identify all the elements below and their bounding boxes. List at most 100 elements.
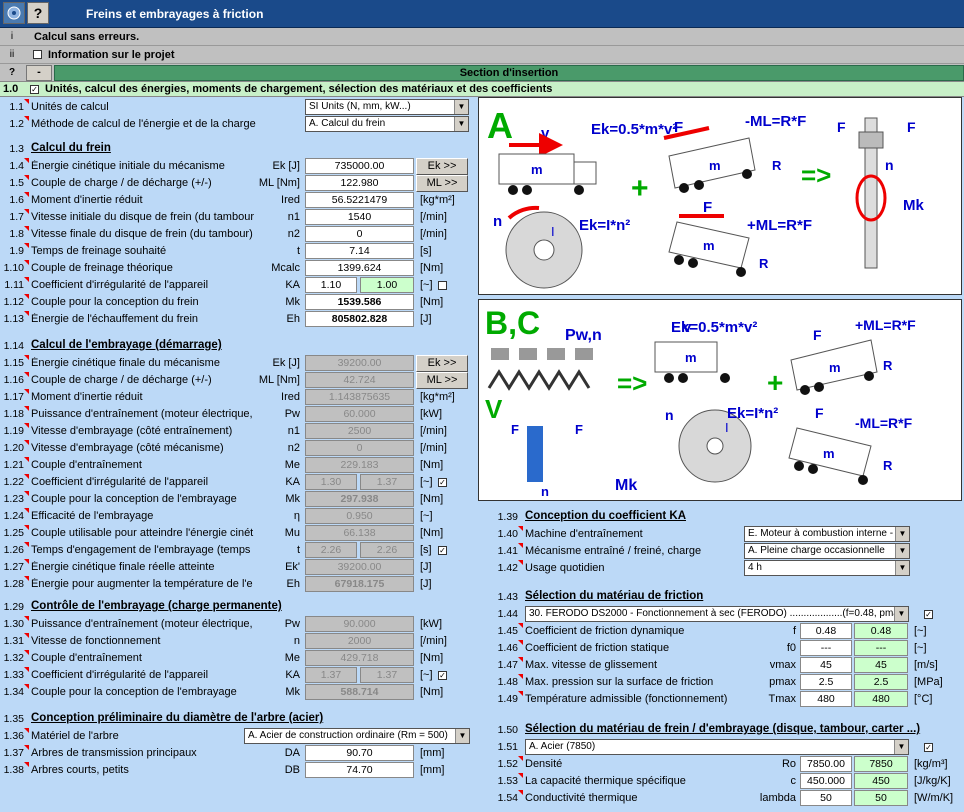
value-cell[interactable]: 90.70	[305, 745, 414, 761]
value-cell[interactable]: 1399.624	[305, 260, 414, 276]
value-cell-alt[interactable]: 1.37	[360, 667, 414, 683]
unit-label: [m/s]	[914, 659, 938, 671]
option-checkbox[interactable]: ✓	[438, 546, 447, 555]
value-cell[interactable]: 1.10	[305, 277, 357, 293]
ka-select[interactable]: A. Pleine charge occasionnelle ▼	[744, 543, 910, 559]
help-icon[interactable]: ?	[27, 2, 49, 24]
value-cell[interactable]: 45	[800, 657, 852, 673]
value-cell[interactable]: 42.724	[305, 372, 414, 388]
value-cell[interactable]: 1.30	[305, 474, 357, 490]
value-cell[interactable]: 1.37	[305, 667, 357, 683]
app-logo-icon[interactable]	[3, 2, 25, 24]
calc-button[interactable]: Ek >>	[416, 355, 468, 372]
unit-label: [W/m/K]	[914, 792, 954, 804]
chevron-down-icon[interactable]: ▼	[895, 544, 909, 558]
value-cell[interactable]: 90.000	[305, 616, 414, 632]
row-number: 1.16	[3, 374, 24, 386]
option-checkbox[interactable]: ✓	[438, 671, 447, 680]
project-info-row[interactable]: ii Information sur le projet	[0, 46, 964, 64]
comment-marker	[24, 457, 29, 462]
value-cell[interactable]: 1540	[305, 209, 414, 225]
comment-marker	[24, 99, 29, 104]
value-cell-alt[interactable]: 480	[854, 691, 908, 707]
value-cell[interactable]: 0.950	[305, 508, 414, 524]
value-cell[interactable]: 2500	[305, 423, 414, 439]
symbol-label: vmax	[769, 659, 796, 671]
ka-select[interactable]: E. Moteur à combustion interne - 4 ▼	[744, 526, 910, 542]
value-cell[interactable]: 7850.00	[800, 756, 852, 772]
value-cell[interactable]: 7.14	[305, 243, 414, 259]
value-cell[interactable]: 50	[800, 790, 852, 806]
value-cell-alt[interactable]: 2.5	[854, 674, 908, 690]
value-cell[interactable]: 60.000	[305, 406, 414, 422]
value-cell[interactable]: 0.48	[800, 623, 852, 639]
value-cell-alt[interactable]: 450	[854, 773, 908, 789]
row-number: 1.17	[3, 391, 24, 403]
ka-select[interactable]: 4 h ▼	[744, 560, 910, 576]
chevron-down-icon[interactable]: ▼	[455, 729, 469, 743]
value-cell[interactable]: 66.138	[305, 525, 414, 541]
value-cell-alt[interactable]: 1.00	[360, 277, 414, 293]
friction-checkbox[interactable]: ✓	[924, 610, 933, 619]
row-label: Couple de charge / de décharge (+/-)	[31, 177, 212, 189]
value-cell[interactable]: 1.143875635	[305, 389, 414, 405]
value-cell[interactable]: 0	[305, 440, 414, 456]
collapse-button[interactable]: -	[26, 65, 52, 81]
value-cell-alt[interactable]: 45	[854, 657, 908, 673]
unit-label: [MPa]	[914, 676, 943, 688]
friction-material-select[interactable]: 30. FERODO DS2000 - Fonctionnement à sec…	[525, 606, 909, 622]
calc-button[interactable]: Ek >>	[416, 158, 468, 175]
value-cell-alt[interactable]: 50	[854, 790, 908, 806]
value-cell[interactable]: 588.714	[305, 684, 414, 700]
value-cell[interactable]: 480	[800, 691, 852, 707]
row-number: 1.12	[3, 296, 24, 308]
value-cell[interactable]: 805802.828	[305, 311, 414, 327]
chevron-down-icon[interactable]: ▼	[454, 117, 468, 131]
value-cell[interactable]: ---	[800, 640, 852, 656]
value-cell-alt[interactable]: 7850	[854, 756, 908, 772]
value-cell[interactable]: 74.70	[305, 762, 414, 778]
section-number: 1.50	[497, 724, 518, 736]
project-info-checkbox[interactable]	[33, 50, 42, 59]
section-1-checkbox[interactable]: ✓	[30, 85, 39, 94]
material-select[interactable]: A. Acier de construction ordinaire (Rm =…	[244, 728, 470, 744]
disc-material-select[interactable]: A. Acier (7850) ▼	[525, 739, 909, 755]
value-cell[interactable]: 1539.586	[305, 294, 414, 310]
unit-label: [~]	[914, 642, 927, 654]
value-cell-alt[interactable]: 1.37	[360, 474, 414, 490]
value-cell-alt[interactable]: 2.26	[360, 542, 414, 558]
option-checkbox[interactable]: ✓	[438, 478, 447, 487]
units-select[interactable]: SI Units (N, mm, kW...) ▼	[305, 99, 469, 115]
value-cell[interactable]: 735000.00	[305, 158, 414, 174]
value-cell[interactable]: 429.718	[305, 650, 414, 666]
symbol-label: DA	[284, 747, 300, 759]
chevron-down-icon[interactable]: ▼	[454, 100, 468, 114]
calc-button[interactable]: ML >>	[416, 175, 468, 192]
value-cell-alt[interactable]: ---	[854, 640, 908, 656]
chevron-down-icon[interactable]: ▼	[894, 740, 908, 754]
chevron-down-icon[interactable]: ▼	[894, 607, 908, 621]
value-cell[interactable]: 0	[305, 226, 414, 242]
value-cell[interactable]: 39200.00	[305, 355, 414, 371]
calc-method-select[interactable]: A. Calcul du frein ▼	[305, 116, 469, 132]
row-number: 1.54	[497, 792, 518, 804]
value-cell[interactable]: 2000	[305, 633, 414, 649]
value-cell[interactable]: 67918.175	[305, 576, 414, 592]
chevron-down-icon[interactable]: ▼	[895, 561, 909, 575]
symbol-label: Tmax	[768, 693, 797, 705]
value-cell[interactable]: 297.938	[305, 491, 414, 507]
chevron-down-icon[interactable]: ▼	[895, 527, 909, 541]
calc-button[interactable]: ML >>	[416, 372, 468, 389]
value-cell[interactable]: 122.980	[305, 175, 414, 191]
row-label: Arbres courts, petits	[31, 764, 129, 776]
value-cell[interactable]: 450.000	[800, 773, 852, 789]
value-cell[interactable]: 2.26	[305, 542, 357, 558]
value-cell-alt[interactable]: 0.48	[854, 623, 908, 639]
row-label: Temps d'engagement de l'embrayage (temps	[31, 544, 251, 556]
disc-checkbox[interactable]: ✓	[924, 743, 933, 752]
value-cell[interactable]: 56.5221479	[305, 192, 414, 208]
value-cell[interactable]: 39200.00	[305, 559, 414, 575]
value-cell[interactable]: 2.5	[800, 674, 852, 690]
option-checkbox[interactable]	[438, 281, 447, 290]
value-cell[interactable]: 229.183	[305, 457, 414, 473]
